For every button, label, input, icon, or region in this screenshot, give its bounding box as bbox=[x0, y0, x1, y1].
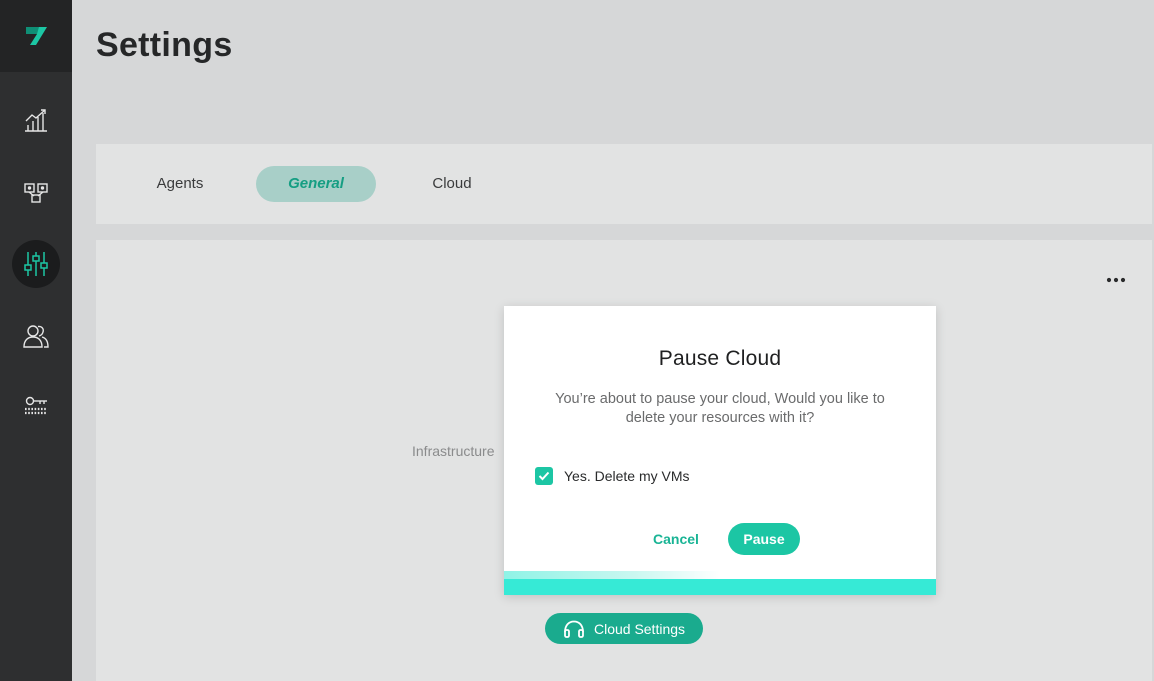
sidebar-item-settings[interactable] bbox=[12, 240, 60, 288]
more-options-button[interactable] bbox=[1106, 270, 1126, 288]
checkmark-icon bbox=[538, 471, 550, 481]
cloud-settings-button[interactable]: Cloud Settings bbox=[545, 613, 703, 644]
chart-icon bbox=[25, 109, 47, 132]
cancel-button[interactable]: Cancel bbox=[644, 523, 708, 555]
pause-cloud-dialog: Pause Cloud You’re about to pause your c… bbox=[504, 306, 936, 595]
brand-logo-icon bbox=[26, 27, 47, 45]
dialog-progress-fill bbox=[504, 571, 720, 579]
sidebar bbox=[0, 0, 72, 681]
key-icon bbox=[25, 396, 47, 415]
tab-general[interactable]: General bbox=[256, 166, 376, 202]
sliders-icon bbox=[24, 252, 48, 276]
tabs-bar: Agents General Cloud bbox=[96, 144, 1152, 224]
pause-button[interactable]: Pause bbox=[728, 523, 800, 555]
cloud-settings-label: Cloud Settings bbox=[593, 620, 686, 637]
sidebar-item-analytics[interactable] bbox=[12, 96, 60, 144]
network-icon bbox=[24, 183, 48, 203]
tab-cloud[interactable]: Cloud bbox=[412, 166, 492, 202]
brand-logo[interactable] bbox=[0, 0, 72, 72]
delete-vms-checkbox[interactable] bbox=[535, 467, 553, 485]
more-horizontal-icon bbox=[1106, 277, 1126, 283]
tab-agents[interactable]: Agents bbox=[140, 166, 220, 202]
sidebar-item-users[interactable] bbox=[12, 312, 60, 360]
headphones-icon bbox=[564, 620, 584, 638]
sidebar-item-topology[interactable] bbox=[12, 168, 60, 216]
delete-vms-label: Yes. Delete my VMs bbox=[564, 468, 690, 484]
dialog-message: You’re about to pause your cloud, Would … bbox=[555, 391, 885, 426]
dialog-title: Pause Cloud bbox=[658, 347, 782, 370]
sidebar-item-keys[interactable] bbox=[12, 382, 60, 430]
infrastructure-label: Infrastructure bbox=[412, 443, 495, 459]
users-icon bbox=[23, 325, 49, 348]
dialog-progress-bar bbox=[504, 571, 936, 595]
delete-vms-option[interactable]: Yes. Delete my VMs bbox=[535, 467, 690, 485]
page-title: Settings bbox=[96, 26, 233, 64]
